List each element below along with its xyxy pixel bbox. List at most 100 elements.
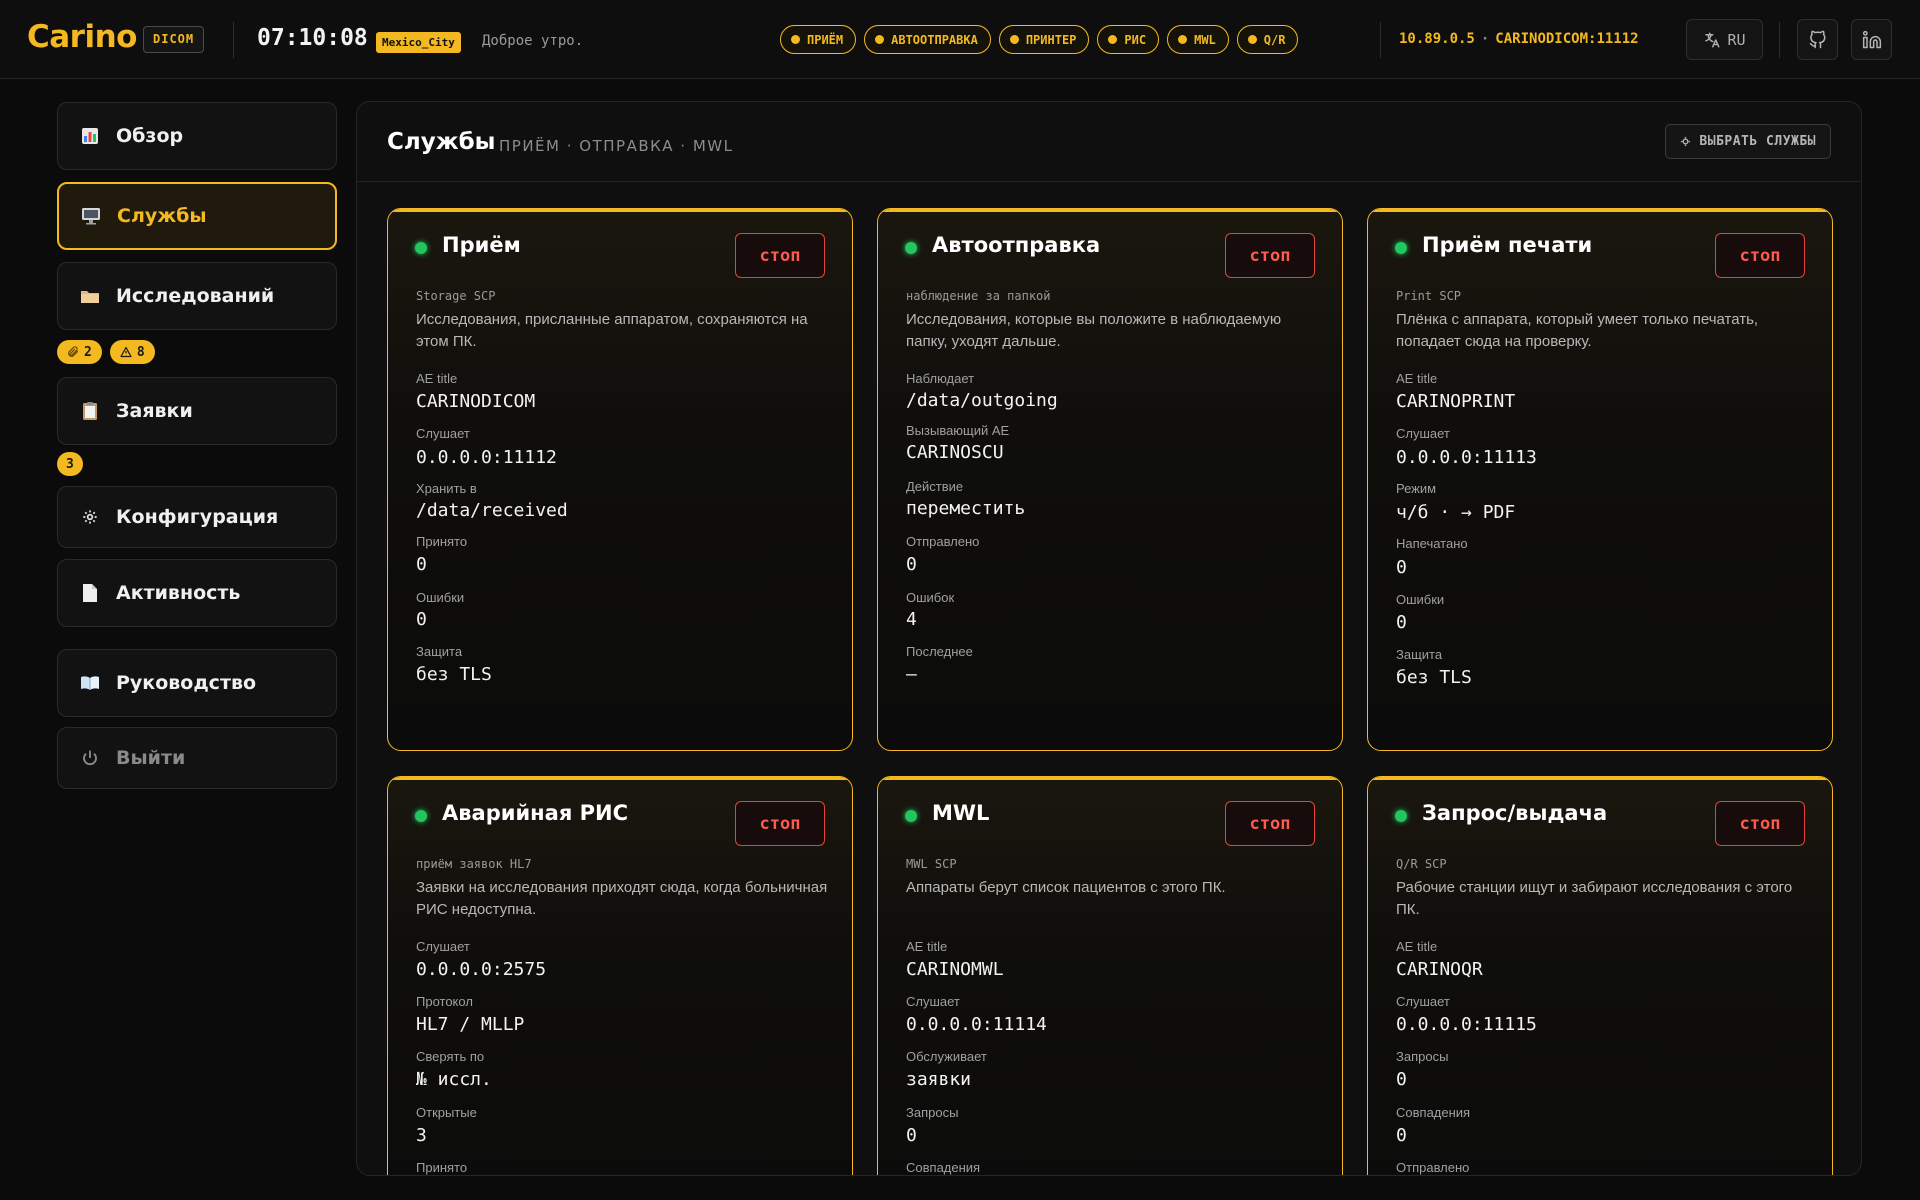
field-label: Слушает bbox=[416, 939, 470, 954]
power-icon bbox=[80, 748, 100, 768]
field-value: 3 bbox=[416, 1125, 427, 1146]
field-value: 0.0.0.0:11115 bbox=[1396, 1014, 1537, 1035]
warning-icon bbox=[120, 346, 132, 358]
card-description: Плёнка с аппарата, который умеет только … bbox=[1396, 311, 1759, 350]
field-label: Сверять по bbox=[416, 1049, 485, 1064]
stop-button[interactable]: стоп bbox=[1225, 801, 1315, 846]
services-panel: Службы ПРИЁМ · ОТПРАВКА · MWL ВЫБРАТЬ СЛ… bbox=[356, 101, 1862, 1176]
field-label: Запросы bbox=[906, 1105, 959, 1120]
greeting: Доброе утро. bbox=[482, 33, 584, 49]
service-card-autosend: Автоотправка стоп наблюдение за папкой И… bbox=[877, 208, 1343, 751]
select-services-label: ВЫБРАТЬ СЛУЖБЫ bbox=[1699, 134, 1816, 149]
field-label: Обслуживает bbox=[906, 1049, 987, 1064]
stop-button[interactable]: стоп bbox=[735, 801, 825, 846]
divider bbox=[1380, 22, 1381, 58]
service-card-mwl: MWL стоп MWL SCP Аппараты берут список п… bbox=[877, 776, 1343, 1175]
sidebar-item-orders[interactable]: Заявки bbox=[57, 377, 337, 445]
field-value: CARINOPRINT bbox=[1396, 391, 1516, 412]
pill-label: РИС bbox=[1124, 32, 1147, 47]
sidebar-item-label: Заявки bbox=[116, 400, 193, 422]
sidebar-item-studies[interactable]: Исследований bbox=[57, 262, 337, 330]
panel-header: Службы ПРИЁМ · ОТПРАВКА · MWL ВЫБРАТЬ СЛ… bbox=[357, 102, 1861, 182]
field-value: CARINOMWL bbox=[906, 959, 1004, 980]
sidebar-item-label: Службы bbox=[117, 205, 207, 227]
card-description: Исследования, которые вы положите в набл… bbox=[906, 311, 1282, 350]
card-description: Рабочие станции ищут и забирают исследов… bbox=[1396, 879, 1793, 918]
stop-button[interactable]: стоп bbox=[1225, 233, 1315, 278]
folder-icon bbox=[80, 286, 100, 306]
field-label: Совпадения bbox=[906, 1160, 981, 1175]
status-dot-icon bbox=[1178, 35, 1188, 44]
pill-label: ПРИНТЕР bbox=[1025, 32, 1077, 47]
card-description: Исследования, присланные аппаратом, сохр… bbox=[416, 311, 808, 350]
timezone-badge: Mexico_City bbox=[376, 32, 461, 53]
stop-button[interactable]: стоп bbox=[1715, 233, 1805, 278]
book-icon bbox=[80, 673, 100, 693]
field-value: без TLS bbox=[1396, 667, 1472, 688]
sidebar-item-label: Обзор bbox=[116, 125, 184, 147]
field-value: заявки bbox=[906, 1069, 972, 1090]
language-label: RU bbox=[1727, 30, 1746, 49]
page-subtitle: ПРИЁМ · ОТПРАВКА · MWL bbox=[499, 137, 734, 155]
attachments-badge[interactable]: 2 bbox=[57, 340, 102, 364]
field-label: Ошибки bbox=[1396, 592, 1445, 607]
status-pill-mwl[interactable]: MWL bbox=[1167, 25, 1229, 54]
status-dot-icon bbox=[791, 35, 800, 44]
running-status-icon bbox=[1395, 242, 1407, 254]
linkedin-button[interactable] bbox=[1851, 19, 1892, 60]
sidebar-item-services[interactable]: Службы bbox=[57, 182, 337, 250]
status-pill-ris[interactable]: РИС bbox=[1097, 25, 1160, 54]
field-label: Совпадения bbox=[1396, 1105, 1471, 1120]
status-dot-icon bbox=[1108, 35, 1118, 44]
app-logo[interactable]: Carino bbox=[27, 19, 137, 55]
github-button[interactable] bbox=[1797, 19, 1838, 60]
language-button[interactable]: RU bbox=[1686, 19, 1763, 60]
pill-label: АВТООТПРАВКА bbox=[891, 32, 978, 47]
badge-count: 8 bbox=[136, 344, 145, 360]
field-label: AE title bbox=[1396, 371, 1438, 386]
status-pill-printer[interactable]: ПРИНТЕР bbox=[998, 25, 1090, 54]
field-label: Действие bbox=[906, 479, 964, 494]
field-label: Слушает bbox=[906, 994, 960, 1009]
aet-port: CARINODICOM:11112 bbox=[1495, 31, 1639, 47]
sidebar-item-label: Исследований bbox=[116, 285, 275, 307]
stop-button[interactable]: стоп bbox=[1715, 801, 1805, 846]
field-label: Протокол bbox=[416, 994, 473, 1009]
gear-icon bbox=[80, 507, 100, 527]
field-label: Слушает bbox=[416, 426, 470, 441]
stop-button[interactable]: стоп bbox=[735, 233, 825, 278]
status-pill-autosend[interactable]: АВТООТПРАВКА bbox=[864, 25, 991, 54]
card-tag: наблюдение за папкой bbox=[906, 289, 1051, 303]
studies-badges: 2 8 bbox=[57, 340, 155, 364]
select-services-button[interactable]: ВЫБРАТЬ СЛУЖБЫ bbox=[1665, 124, 1831, 159]
sidebar-item-manual[interactable]: Руководство bbox=[57, 649, 337, 717]
orders-badges: 3 bbox=[57, 452, 83, 476]
card-tag: Q/R SCP bbox=[1396, 857, 1447, 871]
sidebar-item-logout[interactable]: Выйти bbox=[57, 727, 337, 789]
field-label: AE title bbox=[1396, 939, 1438, 954]
field-label: Режим bbox=[1396, 481, 1437, 496]
field-value: /data/received bbox=[416, 500, 568, 521]
service-card-query-retrieve: Запрос/выдача стоп Q/R SCP Рабочие станц… bbox=[1367, 776, 1833, 1175]
field-value: 0 bbox=[906, 1125, 917, 1146]
clipboard-icon bbox=[80, 401, 100, 421]
field-value: 0 bbox=[1396, 557, 1407, 578]
sidebar-item-overview[interactable]: Обзор bbox=[57, 102, 337, 170]
field-label: Принято bbox=[416, 534, 468, 549]
field-label: Наблюдает bbox=[906, 371, 975, 386]
running-status-icon bbox=[905, 242, 917, 254]
field-value: 0 bbox=[416, 609, 427, 630]
card-tag: MWL SCP bbox=[906, 857, 957, 871]
status-pill-receive[interactable]: ПРИЁМ bbox=[780, 25, 857, 54]
card-title: Запрос/выдача bbox=[1422, 801, 1608, 825]
sidebar-item-activity[interactable]: Активность bbox=[57, 559, 337, 627]
status-pill-qr[interactable]: Q/R bbox=[1236, 25, 1299, 54]
orders-count-badge[interactable]: 3 bbox=[57, 452, 83, 476]
field-label: AE title bbox=[416, 371, 458, 386]
sidebar-item-configuration[interactable]: Конфигурация bbox=[57, 486, 337, 548]
card-title: Аварийная РИС bbox=[442, 801, 629, 825]
field-value: 0 bbox=[1396, 612, 1407, 633]
warnings-badge[interactable]: 8 bbox=[109, 340, 155, 364]
field-label: Отправлено bbox=[1396, 1160, 1470, 1175]
field-label: Вызывающий AE bbox=[906, 423, 1010, 438]
